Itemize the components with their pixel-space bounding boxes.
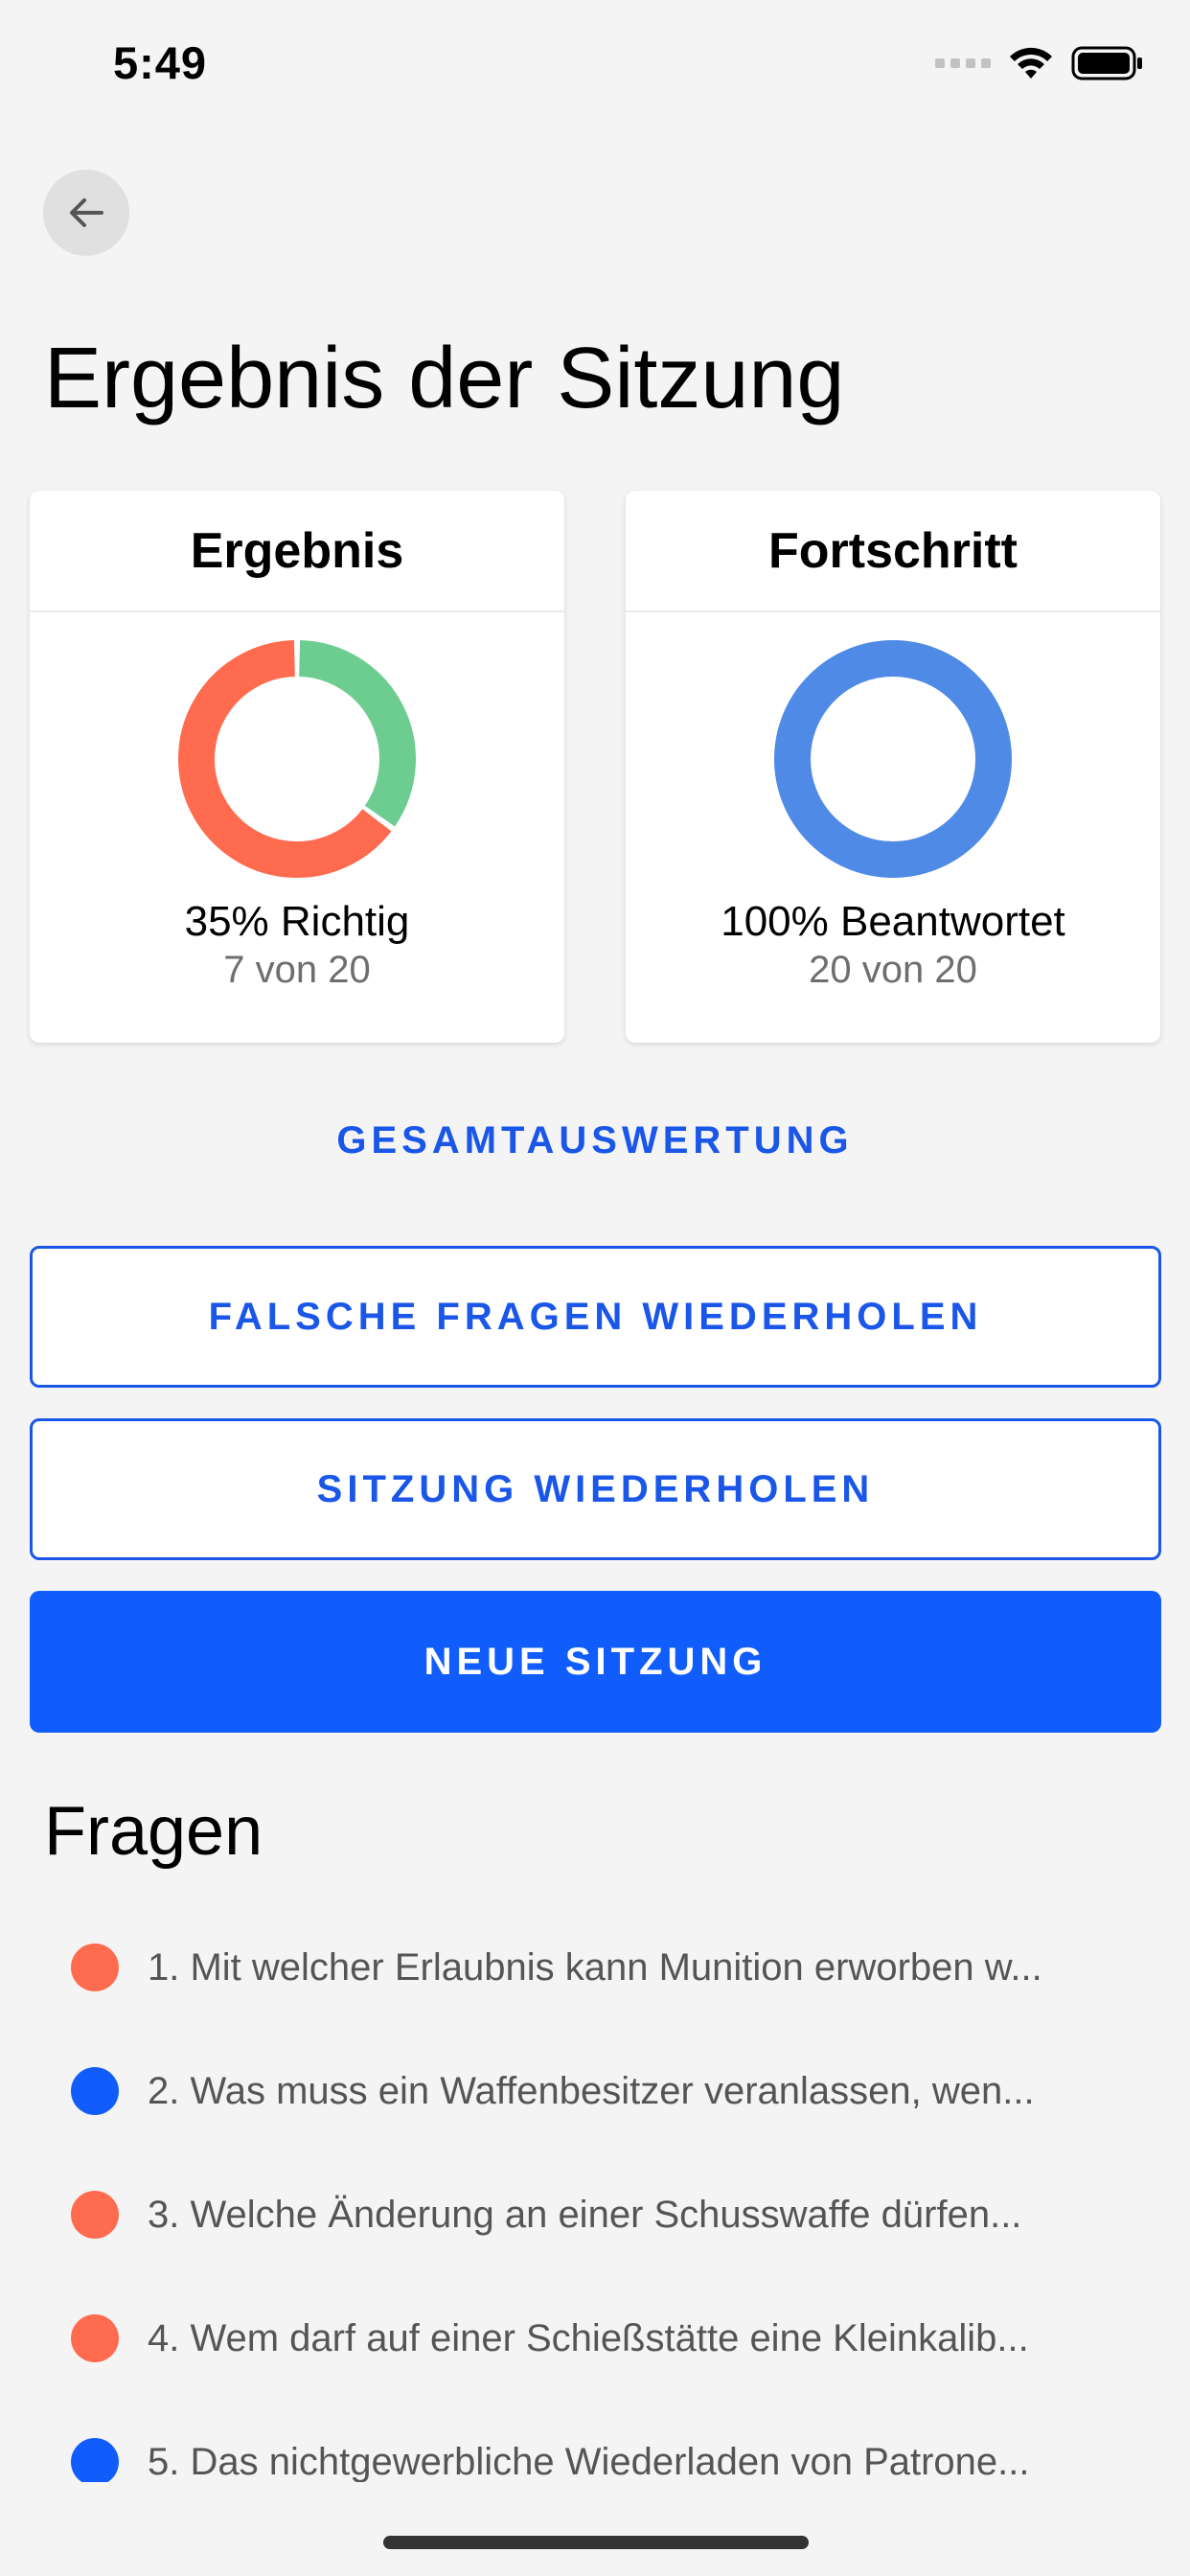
new-session-button[interactable]: NEUE SITZUNG bbox=[30, 1591, 1161, 1733]
status-dot-icon bbox=[71, 2067, 119, 2115]
progress-donut-chart bbox=[774, 640, 1012, 878]
battery-icon bbox=[1071, 46, 1142, 80]
wifi-icon bbox=[1010, 47, 1052, 79]
retry-session-button[interactable]: SITZUNG WIEDERHOLEN bbox=[30, 1418, 1161, 1560]
page-title: Ergebnis der Sitzung bbox=[44, 331, 845, 426]
result-percentage: 35% Richtig bbox=[184, 898, 410, 945]
home-indicator bbox=[383, 2536, 809, 2549]
question-item-1[interactable]: 1. Mit welcher Erlaubnis kann Munition e… bbox=[71, 1929, 1125, 2006]
progress-card: Fortschritt 100% Beantwortet 20 von 20 bbox=[626, 491, 1160, 1043]
question-item-2[interactable]: 2. Was muss ein Waffenbesitzer veranlass… bbox=[71, 2053, 1125, 2129]
progress-chart bbox=[626, 639, 1160, 879]
donut-slice-answered bbox=[774, 640, 1012, 878]
question-text: 2. Was muss ein Waffenbesitzer veranlass… bbox=[148, 2069, 1035, 2112]
question-text: 4. Wem darf auf einer Schießstätte eine … bbox=[148, 2316, 1029, 2359]
status-bar: 5:49 bbox=[0, 0, 1190, 134]
result-chart bbox=[30, 639, 564, 879]
question-list: 1. Mit welcher Erlaubnis kann Munition e… bbox=[0, 1907, 1190, 2482]
result-donut-chart bbox=[178, 640, 416, 878]
donut-slice-correct bbox=[298, 640, 416, 827]
status-dot-icon bbox=[71, 2438, 119, 2482]
question-item-3[interactable]: 3. Welche Änderung an einer Schusswaffe … bbox=[71, 2176, 1125, 2253]
result-card: Ergebnis 35% Richtig 7 von 20 bbox=[30, 491, 564, 1043]
status-dot-icon bbox=[71, 2191, 119, 2239]
question-item-5[interactable]: 5. Das nichtgewerbliche Wiederladen von … bbox=[71, 2424, 1125, 2482]
cellular-signal-icon bbox=[935, 58, 991, 68]
progress-count: 20 von 20 bbox=[809, 949, 977, 991]
question-text: 5. Das nichtgewerbliche Wiederladen von … bbox=[148, 2440, 1030, 2483]
question-item-4[interactable]: 4. Wem darf auf einer Schießstätte eine … bbox=[71, 2300, 1125, 2377]
questions-title: Fragen bbox=[44, 1793, 263, 1870]
arrow-left-icon bbox=[70, 198, 103, 227]
progress-card-title: Fortschritt bbox=[626, 491, 1160, 612]
result-card-title: Ergebnis bbox=[30, 491, 564, 612]
overall-evaluation-link[interactable]: GESAMTAUSWERTUNG bbox=[0, 1119, 1190, 1162]
progress-percentage: 100% Beantwortet bbox=[721, 898, 1065, 945]
status-icons bbox=[935, 46, 1144, 80]
back-button[interactable] bbox=[43, 170, 129, 256]
retry-wrong-questions-button[interactable]: FALSCHE FRAGEN WIEDERHOLEN bbox=[30, 1246, 1161, 1388]
status-dot-icon bbox=[71, 2314, 119, 2362]
status-dot-icon bbox=[71, 1944, 119, 1991]
result-count: 7 von 20 bbox=[223, 949, 371, 991]
question-text: 3. Welche Änderung an einer Schusswaffe … bbox=[148, 2193, 1022, 2236]
status-time: 5:49 bbox=[113, 37, 208, 88]
question-text: 1. Mit welcher Erlaubnis kann Munition e… bbox=[148, 1945, 1042, 1989]
